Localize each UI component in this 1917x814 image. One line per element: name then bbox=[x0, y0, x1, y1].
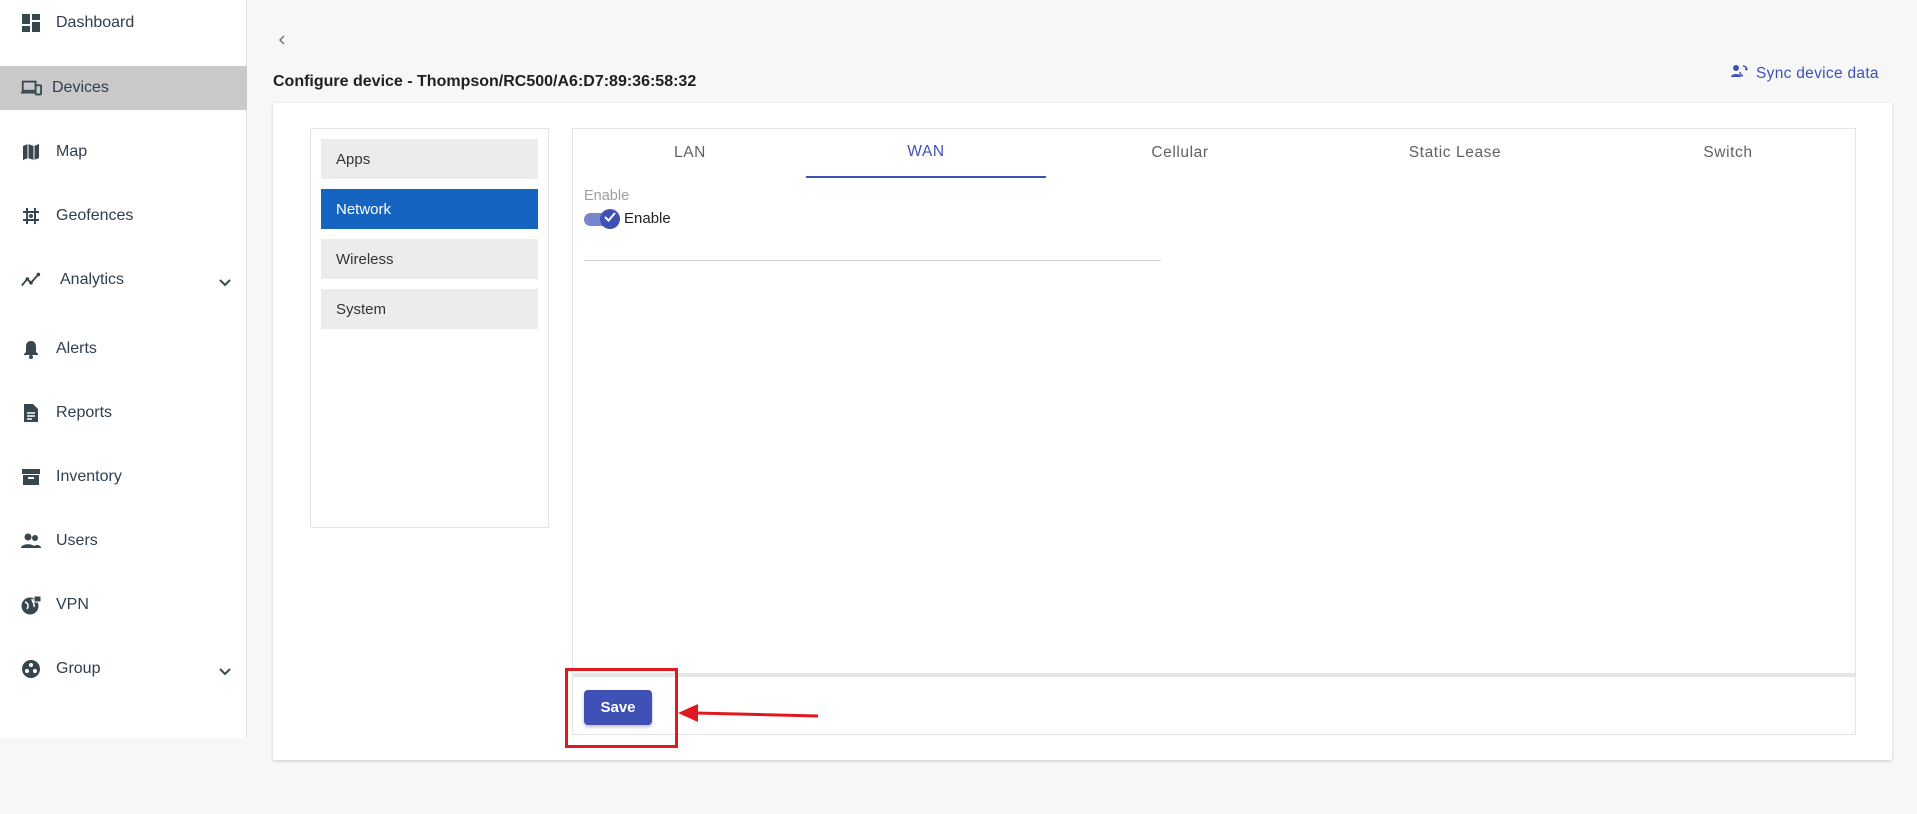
analytics-icon bbox=[20, 269, 42, 291]
footer-divider bbox=[572, 673, 1856, 677]
users-icon bbox=[20, 530, 42, 552]
check-icon bbox=[603, 210, 617, 229]
sidebar-item-analytics[interactable]: Analytics bbox=[0, 258, 247, 302]
sidebar-item-label: Map bbox=[56, 143, 88, 160]
geofence-icon bbox=[20, 205, 42, 227]
tab-cellular[interactable]: Cellular bbox=[1080, 128, 1280, 178]
sidebar-item-inventory[interactable]: Inventory bbox=[0, 455, 247, 499]
sidebar-item-group[interactable]: Group bbox=[0, 647, 247, 691]
tab-switch[interactable]: Switch bbox=[1628, 128, 1828, 178]
sidebar-item-reports[interactable]: Reports bbox=[0, 391, 247, 435]
sidebar-item-geofences[interactable]: Geofences bbox=[0, 194, 247, 238]
tab-static-lease[interactable]: Static Lease bbox=[1355, 128, 1555, 178]
archive-icon bbox=[20, 466, 42, 488]
vpn-globe-icon bbox=[20, 594, 42, 616]
devices-icon bbox=[20, 77, 42, 99]
map-icon bbox=[20, 141, 42, 163]
config-menu-item-apps[interactable]: Apps bbox=[321, 139, 538, 179]
sidebar-item-devices[interactable]: Devices bbox=[0, 66, 247, 110]
sidebar-item-label: VPN bbox=[56, 596, 89, 613]
sidebar-item-label: Users bbox=[56, 532, 98, 549]
sidebar-item-alerts[interactable]: Alerts bbox=[0, 327, 247, 371]
sidebar: Dashboard Devices Map Geofences Analytic… bbox=[0, 0, 247, 738]
annotation-arrow bbox=[678, 704, 819, 722]
enable-toggle-label: Enable bbox=[624, 210, 671, 227]
sidebar-item-dashboard[interactable]: Dashboard bbox=[0, 1, 247, 45]
network-settings-panel bbox=[572, 128, 1856, 735]
toggle-thumb bbox=[600, 209, 620, 229]
sidebar-item-vpn[interactable]: VPN bbox=[0, 583, 247, 627]
tab-wan[interactable]: WAN bbox=[806, 128, 1046, 178]
chevron-down-icon bbox=[217, 664, 233, 680]
sidebar-item-label: Analytics bbox=[60, 271, 125, 288]
sidebar-item-label: Inventory bbox=[56, 468, 122, 485]
page-title: Configure device - Thompson/RC500/A6:D7:… bbox=[273, 73, 697, 90]
sidebar-item-label: Devices bbox=[52, 79, 109, 96]
group-icon bbox=[20, 658, 42, 680]
sidebar-item-label: Geofences bbox=[56, 207, 134, 224]
bell-icon bbox=[20, 338, 42, 360]
sync-button-label: Sync device data bbox=[1756, 64, 1879, 82]
sync-icon bbox=[1730, 63, 1748, 84]
tab-lan[interactable]: LAN bbox=[592, 128, 788, 178]
back-button[interactable] bbox=[274, 30, 290, 50]
chevron-down-icon bbox=[217, 275, 233, 291]
enable-field-label: Enable bbox=[584, 188, 630, 204]
chevron-left-icon bbox=[274, 35, 290, 54]
dashboard-icon bbox=[20, 12, 42, 34]
config-menu-item-system[interactable]: System bbox=[321, 289, 538, 329]
report-icon bbox=[20, 402, 42, 424]
config-menu-item-wireless[interactable]: Wireless bbox=[321, 239, 538, 279]
enable-toggle[interactable] bbox=[584, 209, 620, 229]
sidebar-item-map[interactable]: Map bbox=[0, 130, 247, 174]
sidebar-item-label: Dashboard bbox=[56, 14, 135, 31]
sidebar-item-users[interactable]: Users bbox=[0, 519, 247, 563]
sidebar-item-label: Alerts bbox=[56, 340, 97, 357]
field-divider bbox=[584, 260, 1161, 261]
sidebar-item-label: Reports bbox=[56, 404, 113, 421]
sidebar-item-label: Group bbox=[56, 660, 101, 677]
config-menu-item-network[interactable]: Network bbox=[321, 189, 538, 229]
annotation-highlight-box bbox=[565, 668, 678, 748]
sync-device-data-button[interactable]: Sync device data bbox=[1730, 63, 1879, 84]
